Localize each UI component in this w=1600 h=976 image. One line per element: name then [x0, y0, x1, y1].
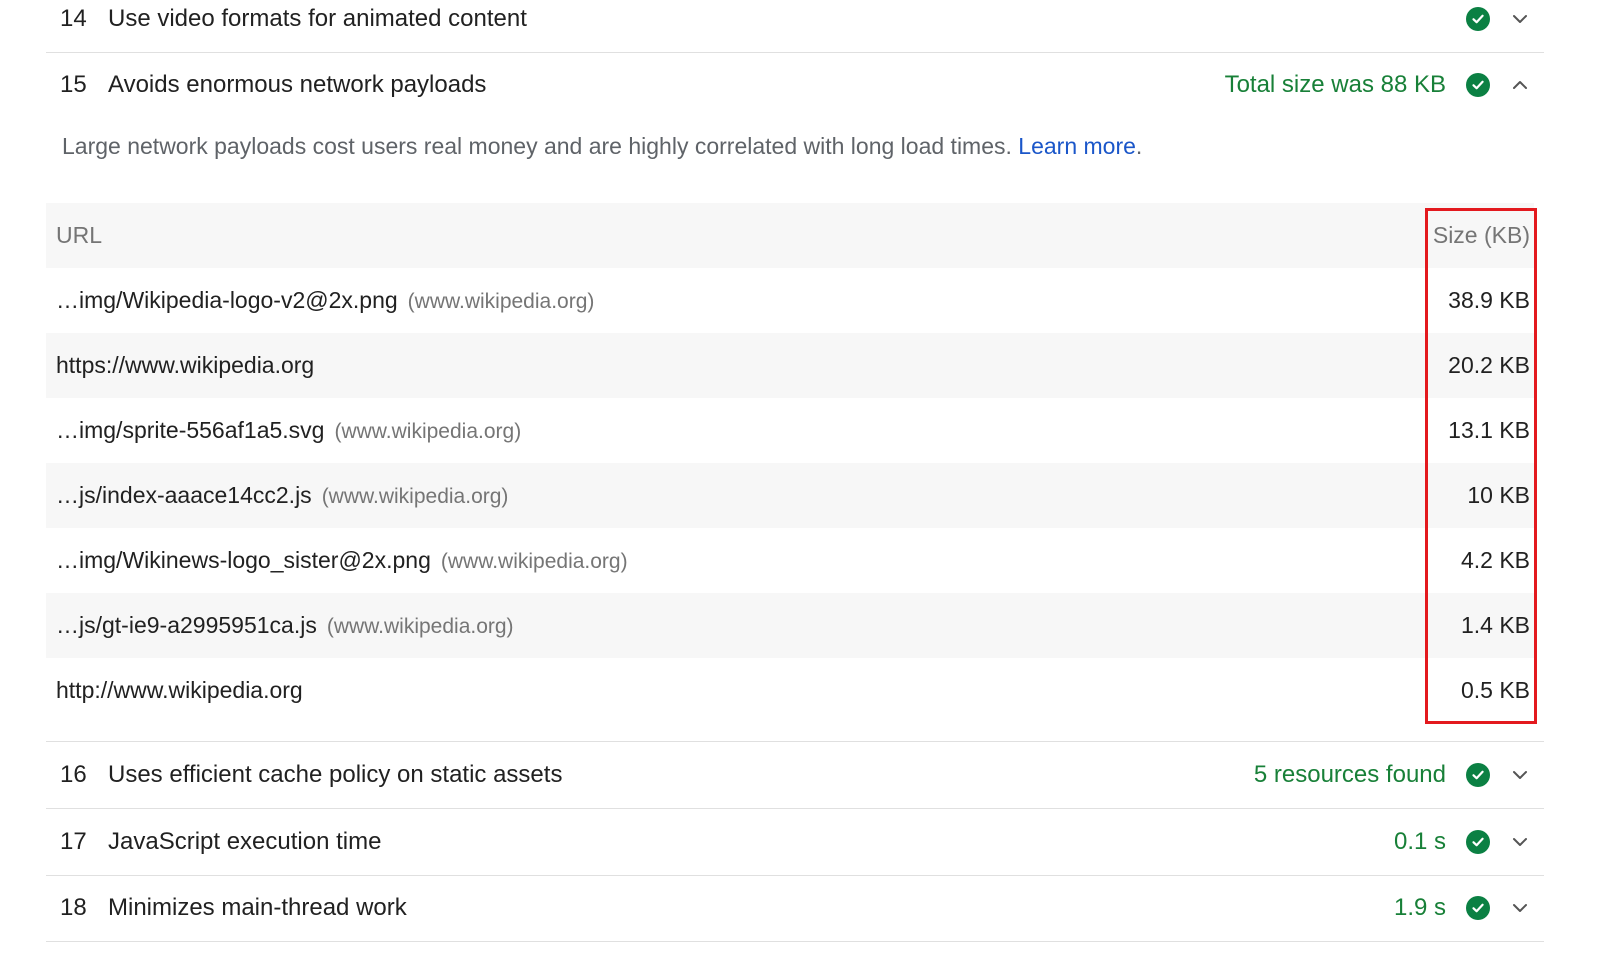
audit-18: 18 Minimizes main-thread work 1.9 s — [46, 875, 1544, 942]
url-path[interactable]: …img/sprite-556af1a5.svg — [56, 417, 324, 443]
url-path[interactable]: …img/Wikinews-logo_sister@2x.png — [56, 547, 431, 573]
audit-title: Avoids enormous network payloads — [108, 71, 487, 98]
table-row: …img/Wikinews-logo_sister@2x.png (www.wik… — [46, 528, 1534, 593]
table-row: http://www.wikipedia.org 0.5 KB — [46, 658, 1534, 723]
audit-16-header[interactable]: 16 Uses efficient cache policy on static… — [46, 742, 1544, 808]
description-period: . — [1135, 133, 1143, 159]
check-circle-icon — [1466, 73, 1490, 97]
url-host: (www.wikipedia.org) — [334, 420, 522, 443]
url-host: (www.wikipedia.org) — [440, 550, 628, 573]
description-text: Large network payloads cost users real m… — [62, 133, 1012, 159]
chevron-up-icon[interactable] — [1508, 73, 1532, 97]
check-circle-icon — [1466, 830, 1490, 854]
audit-display-value: 0.1 s — [1393, 828, 1446, 855]
learn-more-link[interactable]: Learn more — [1018, 133, 1136, 159]
size-column-highlight — [1425, 208, 1537, 724]
table-row: https://www.wikipedia.org 20.2 KB — [46, 333, 1534, 398]
row-url: …js/index-aaace14cc2.js (www.wikipedia.or… — [56, 482, 508, 509]
audit-description: Large network payloads cost users real m… — [62, 133, 1142, 160]
chevron-down-icon[interactable] — [1508, 763, 1532, 787]
url-path[interactable]: http://www.wikipedia.org — [56, 677, 303, 703]
row-url: …img/sprite-556af1a5.svg (www.wikipedia.o… — [56, 417, 521, 444]
row-url: …img/Wikinews-logo_sister@2x.png (www.wik… — [56, 547, 628, 574]
table-row: …js/index-aaace14cc2.js (www.wikipedia.or… — [46, 463, 1534, 528]
audit-17: 17 JavaScript execution time 0.1 s — [46, 809, 1544, 876]
table-row: …js/gt-ie9-a2995951ca.js (www.wikipedia.o… — [46, 593, 1534, 658]
audit-display-value: 5 resources found — [1253, 761, 1446, 788]
row-url: …img/Wikipedia-logo-v2@2x.png (www.wikipe… — [56, 287, 594, 314]
table-row: …img/sprite-556af1a5.svg (www.wikipedia.o… — [46, 398, 1534, 463]
url-path[interactable]: …img/Wikipedia-logo-v2@2x.png — [56, 287, 398, 313]
audit-18-header[interactable]: 18 Minimizes main-thread work 1.9 s — [46, 875, 1544, 941]
row-url: http://www.wikipedia.org — [56, 677, 313, 704]
chevron-down-icon[interactable] — [1508, 896, 1532, 920]
audit-title: Use video formats for animated content — [108, 5, 527, 32]
audit-16: 16 Uses efficient cache policy on static… — [46, 742, 1544, 809]
url-host: (www.wikipedia.org) — [321, 485, 509, 508]
url-path[interactable]: https://www.wikipedia.org — [56, 352, 314, 378]
audit-14: 14 Use video formats for animated conten… — [46, 0, 1544, 53]
audit-number: 15 — [60, 71, 87, 98]
table-row: …img/Wikipedia-logo-v2@2x.png (www.wikipe… — [46, 268, 1534, 333]
lighthouse-report: 14 Use video formats for animated conten… — [0, 0, 1600, 976]
audit-17-header[interactable]: 17 JavaScript execution time 0.1 s — [46, 809, 1544, 875]
audit-number: 14 — [60, 5, 87, 32]
row-url: https://www.wikipedia.org — [56, 352, 324, 379]
url-path[interactable]: …js/index-aaace14cc2.js — [56, 482, 312, 508]
chevron-down-icon[interactable] — [1508, 7, 1532, 31]
audit-14-header[interactable]: 14 Use video formats for animated conten… — [46, 0, 1544, 52]
audit-title: JavaScript execution time — [108, 828, 382, 855]
check-circle-icon — [1466, 896, 1490, 920]
audit-15-header[interactable]: 15 Avoids enormous network payloads Tota… — [46, 52, 1544, 118]
audit-title: Uses efficient cache policy on static as… — [108, 761, 563, 788]
audit-title: Minimizes main-thread work — [108, 894, 407, 921]
audit-number: 18 — [60, 894, 87, 921]
url-host: (www.wikipedia.org) — [326, 615, 514, 638]
network-payload-table: URL Size (KB) …img/Wikipedia-logo-v2@2x.… — [46, 203, 1534, 723]
table-header: URL Size (KB) — [46, 203, 1534, 268]
check-circle-icon — [1466, 7, 1490, 31]
audit-display-value: Total size was 88 KB — [1224, 71, 1446, 98]
url-path[interactable]: …js/gt-ie9-a2995951ca.js — [56, 612, 317, 638]
url-host: (www.wikipedia.org) — [407, 290, 595, 313]
header-url: URL — [56, 222, 103, 248]
audit-number: 16 — [60, 761, 87, 788]
chevron-down-icon[interactable] — [1508, 830, 1532, 854]
audit-number: 17 — [60, 828, 87, 855]
check-circle-icon — [1466, 763, 1490, 787]
row-url: …js/gt-ie9-a2995951ca.js (www.wikipedia.o… — [56, 612, 514, 639]
audit-display-value: 1.9 s — [1393, 894, 1446, 921]
